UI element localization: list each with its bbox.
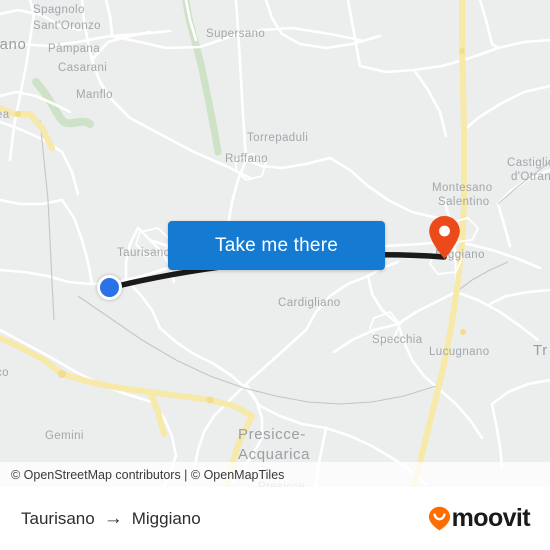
trip-origin-label: Taurisano — [21, 508, 95, 528]
arrow-right-icon: → — [103, 508, 123, 529]
map-canvas[interactable]: Spagnolo Sant'Oronzo Pàmpana rano Casara… — [0, 0, 550, 487]
map-attribution-text[interactable]: © OpenStreetMap contributors | © OpenMap… — [11, 468, 284, 482]
take-me-there-label: Take me there — [215, 234, 338, 256]
take-me-there-button[interactable]: Take me there — [168, 221, 385, 270]
origin-marker[interactable] — [97, 275, 122, 300]
moovit-logo[interactable]: moovit — [428, 504, 531, 532]
map-attribution-bar: © OpenStreetMap contributors | © OpenMap… — [0, 462, 550, 487]
footer-bar: Taurisano → Miggiano moovit — [0, 487, 550, 550]
destination-marker[interactable] — [428, 215, 461, 260]
moovit-trip-map-screen: Spagnolo Sant'Oronzo Pàmpana rano Casara… — [0, 0, 550, 550]
trip-destination-label: Miggiano — [131, 508, 201, 528]
moovit-pin-icon — [428, 506, 451, 531]
moovit-wordmark: moovit — [451, 504, 531, 532]
trip-summary: Taurisano → Miggiano — [21, 509, 201, 529]
